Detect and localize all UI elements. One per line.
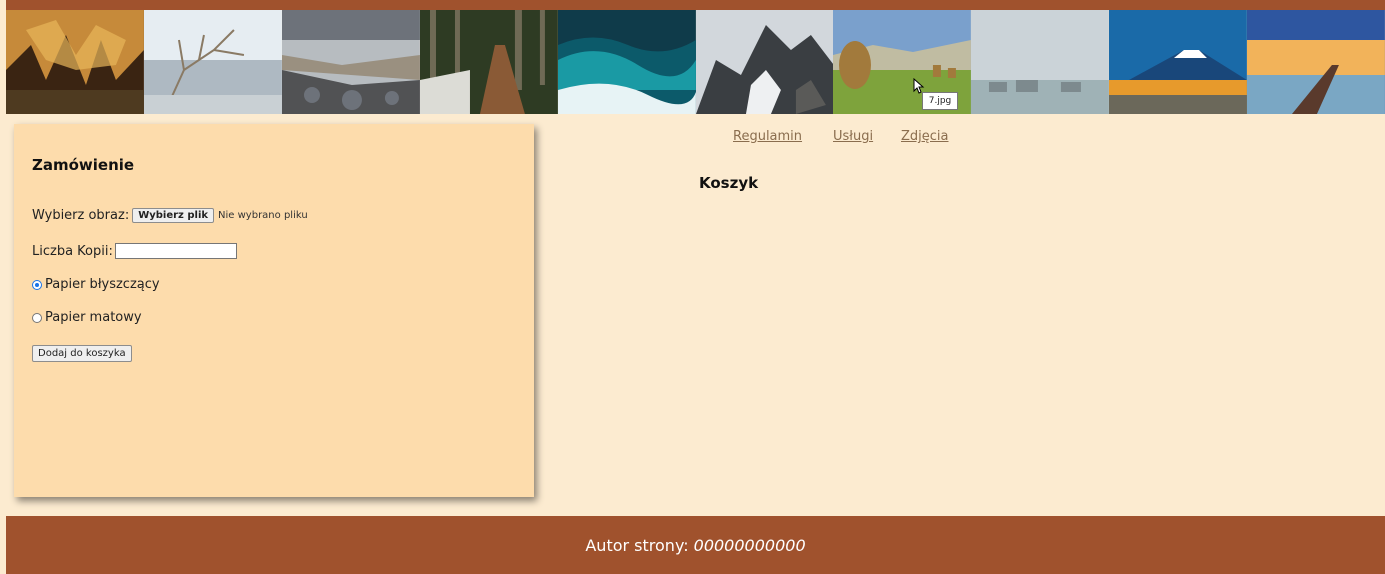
add-to-cart-row: Dodaj do koszyka xyxy=(32,345,132,362)
nav-link-regulamin[interactable]: Regulamin xyxy=(733,129,802,144)
footer-label: Autor strony: xyxy=(585,535,689,555)
pier-sunset-image xyxy=(1247,10,1385,114)
file-status-text: Nie wybrano pliku xyxy=(218,210,308,221)
order-panel: Zamówienie Wybierz obraz: Wybierz plik N… xyxy=(14,124,534,497)
footer-author: 00000000000 xyxy=(693,535,806,555)
banner-image-forest-boardwalk[interactable] xyxy=(419,10,558,114)
mountain-peaks-image xyxy=(695,10,834,114)
add-to-cart-button[interactable]: Dodaj do koszyka xyxy=(32,345,132,362)
order-title: Zamówienie xyxy=(32,156,135,174)
photo-banner xyxy=(6,10,1385,114)
paper-matte-radio[interactable] xyxy=(32,312,42,323)
banner-image-mount-fuji[interactable] xyxy=(1109,10,1248,114)
nav-link-zdjecia[interactable]: Zdjęcia xyxy=(901,129,949,144)
banner-image-rocky-shore[interactable] xyxy=(281,10,420,114)
banner-image-cave[interactable] xyxy=(6,10,144,114)
paper-matte-label: Papier matowy xyxy=(45,310,142,325)
footer: Autor strony: 00000000000 xyxy=(6,516,1385,574)
paper-glossy-option[interactable]: Papier błyszczący xyxy=(32,277,160,292)
winter-tree-image xyxy=(143,10,282,114)
copies-row: Liczba Kopii: xyxy=(32,243,237,259)
banner-image-overwater-huts[interactable] xyxy=(971,10,1110,114)
paper-glossy-label: Papier błyszczący xyxy=(45,277,160,292)
image-picker-label: Wybierz obraz: xyxy=(32,208,130,223)
forest-boardwalk-image xyxy=(419,10,558,114)
cart-title: Koszyk xyxy=(699,174,759,192)
top-bar xyxy=(6,0,1385,10)
copies-input[interactable] xyxy=(114,243,237,259)
mount-fuji-image xyxy=(1109,10,1248,114)
ocean-waves-image xyxy=(557,10,696,114)
rocky-shore-image xyxy=(281,10,420,114)
cave-image xyxy=(6,10,144,114)
choose-file-button[interactable]: Wybierz plik xyxy=(132,208,215,223)
banner-image-winter-tree[interactable] xyxy=(143,10,282,114)
copies-label: Liczba Kopii: xyxy=(32,243,113,259)
image-filename-tooltip: 7.jpg xyxy=(922,92,958,110)
paper-glossy-radio[interactable] xyxy=(32,279,42,290)
nav-link-uslugi[interactable]: Usługi xyxy=(833,129,873,144)
banner-image-ocean-waves[interactable] xyxy=(557,10,696,114)
paper-matte-option[interactable]: Papier matowy xyxy=(32,310,142,325)
banner-image-pier-sunset[interactable] xyxy=(1247,10,1385,114)
banner-image-mountain-peaks[interactable] xyxy=(695,10,834,114)
overwater-huts-image xyxy=(971,10,1110,114)
image-picker-row: Wybierz obraz: Wybierz plik Nie wybrano … xyxy=(32,208,308,223)
